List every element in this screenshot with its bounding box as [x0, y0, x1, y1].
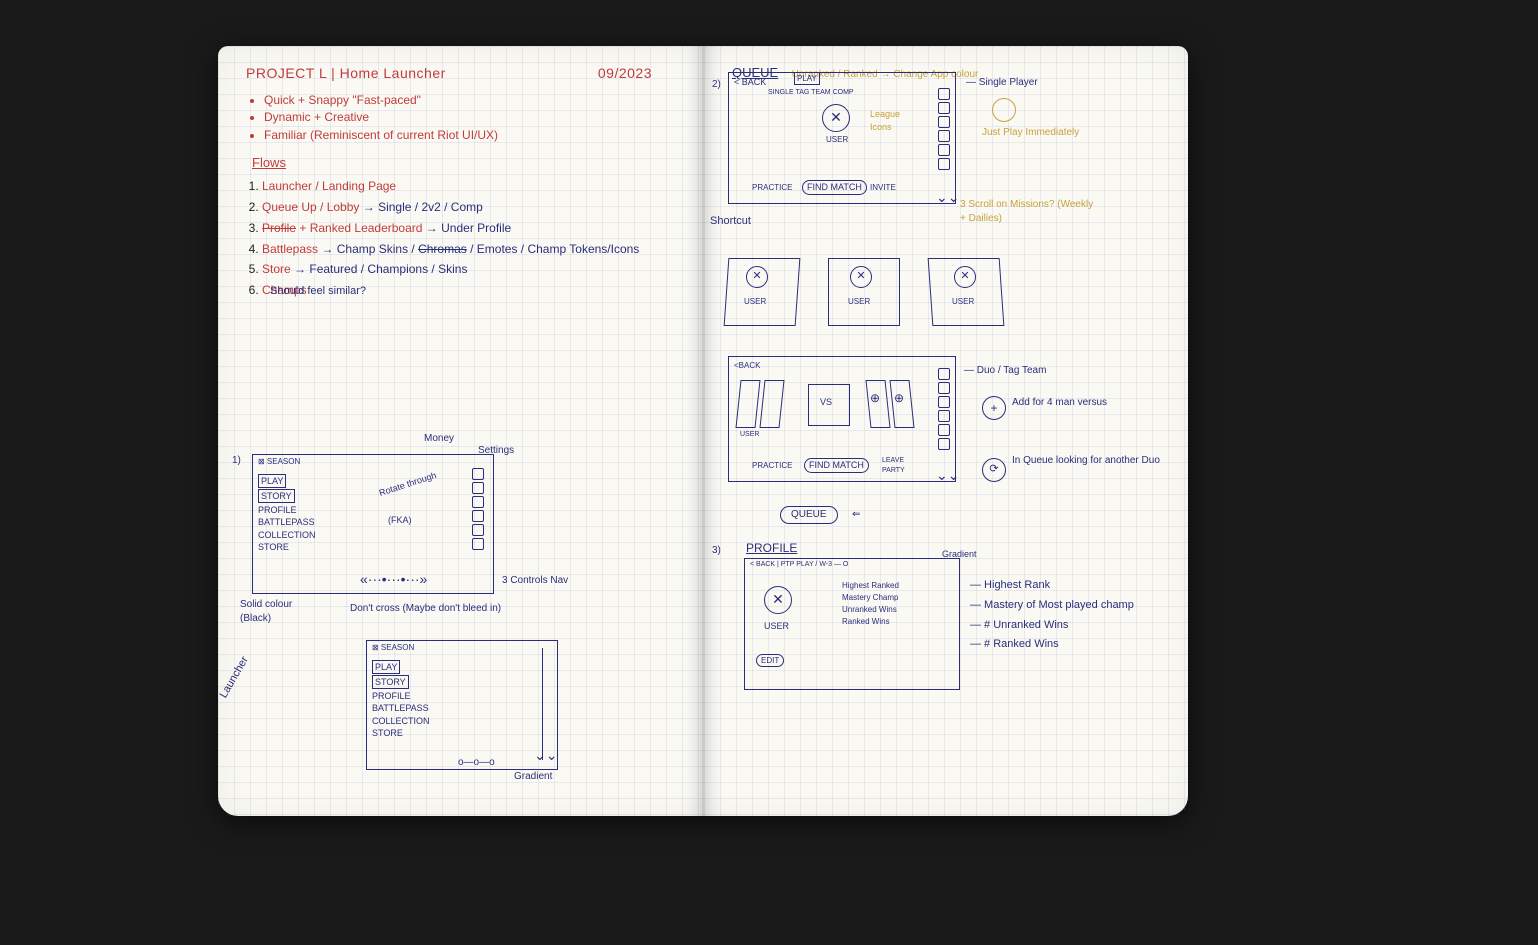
menu-story: STORY	[258, 489, 295, 503]
profile-gradient: Gradient	[942, 548, 977, 561]
side-sq	[472, 468, 484, 480]
queue-invite: INVITE	[870, 182, 896, 193]
title-date: 09/2023	[598, 64, 652, 84]
profile-notes: — Highest Rank — Mastery of Most played …	[970, 576, 1150, 655]
queue-missions: 3 Scroll on Missions? (Weekly + Dailies)	[960, 198, 1100, 226]
wf1-settings: Settings	[478, 444, 514, 458]
plus-circle-icon: +	[982, 396, 1006, 420]
notebook-spread: PROJECT L | Home Launcher 09/2023 Quick …	[218, 46, 1188, 816]
side-sq	[472, 496, 484, 508]
queue-tag: 2)	[712, 78, 721, 92]
wf1-tag: 1)	[232, 454, 241, 468]
queue-user: USER	[826, 134, 848, 145]
wf1b-menu: PLAY STORY PROFILE BATTLEPASS COLLECTION…	[372, 660, 430, 739]
profile-breadcrumb: < BACK | PTP PLAY / W-3 — O	[750, 560, 848, 570]
queue-shortcut: Shortcut	[710, 214, 751, 229]
profile-user: USER	[764, 620, 789, 633]
wf1-fka: (FKA)	[388, 514, 412, 527]
annotation-circle-icon	[992, 98, 1016, 122]
wf1b-season: ⊠ SEASON	[372, 642, 414, 653]
duo-inqueue: In Queue looking for another Duo	[1012, 454, 1162, 468]
duo-back: <BACK	[734, 360, 760, 371]
queue-findmatch: FIND MATCH	[802, 180, 867, 195]
goal-3: Familiar (Reminiscent of current Riot UI…	[264, 127, 680, 144]
wf1-solid: Solid colour (Black)	[240, 598, 320, 626]
queue-top-play: PLAY	[794, 72, 820, 85]
profile-tag: 3)	[712, 544, 721, 558]
queue-back: < BACK	[734, 76, 766, 89]
flow-6: Champs Should feel similar?	[262, 282, 680, 299]
wf1-season: ⊠ SEASON	[258, 456, 300, 467]
wf1-dontcross: Don't cross (Maybe don't bleed in)	[350, 602, 520, 616]
flows-list: Launcher / Landing Page Queue Up / Lobby…	[262, 178, 680, 299]
queue-justplay: Just Play Immediately	[982, 126, 1082, 140]
menu-store: STORE	[258, 542, 289, 552]
wf1-launcher: Launcher	[217, 654, 253, 701]
flow-1: Launcher / Landing Page	[262, 178, 680, 195]
flow-3: Profile + Ranked Leaderboard → Under Pro…	[262, 220, 680, 237]
wf1-menu: PLAY STORY PROFILE BATTLEPASS COLLECTION…	[258, 474, 316, 553]
menu-play: PLAY	[258, 474, 286, 488]
queue-single: — Single Player	[966, 76, 1038, 90]
page-left: PROJECT L | Home Launcher 09/2023 Quick …	[218, 46, 704, 816]
duo-queue-btn: QUEUE	[780, 506, 838, 524]
side-sq	[472, 510, 484, 522]
duo-add: Add for 4 man versus	[1012, 396, 1132, 410]
profile-heading: PROFILE	[746, 540, 797, 557]
clock-circle-icon: ⟳	[982, 458, 1006, 482]
menu-battlepass: BATTLEPASS	[258, 517, 315, 527]
goal-2: Dynamic + Creative	[264, 109, 680, 126]
wf1-money: Money	[424, 432, 454, 446]
page-right: QUEUE Unranked / Ranked → Change App col…	[704, 46, 1188, 816]
profile-edit: EDIT	[756, 654, 784, 667]
design-goals: Quick + Snappy "Fast-paced" Dynamic + Cr…	[264, 92, 680, 144]
title-text: PROJECT L | Home Launcher	[246, 65, 446, 81]
user-avatar-icon: ✕	[822, 104, 850, 132]
wf1b-gradient: Gradient	[514, 770, 552, 784]
side-sq	[472, 524, 484, 536]
duo-label: — Duo / Tag Team	[964, 364, 1046, 378]
side-sq	[472, 538, 484, 550]
duo-vs: VS	[820, 396, 832, 409]
menu-profile: PROFILE	[258, 505, 297, 515]
profile-avatar-icon: ✕	[764, 586, 792, 614]
menu-collection: COLLECTION	[258, 530, 316, 540]
flows-heading: Flows	[252, 154, 680, 172]
flow-2: Queue Up / Lobby → Single / 2v2 / Comp	[262, 199, 680, 216]
flow-5: Store → Featured / Champions / Skins	[262, 261, 680, 278]
flow-4: Battlepass → Champ Skins / Chromas / Emo…	[262, 241, 680, 258]
queue-practice: PRACTICE	[752, 182, 792, 193]
page-title: PROJECT L | Home Launcher 09/2023	[246, 64, 680, 84]
queue-league-icons: League Icons	[870, 108, 910, 133]
wf1b-sidebar	[542, 648, 543, 760]
profile-stats: Highest Ranked Mastery Champ Unranked Wi…	[842, 580, 952, 628]
side-sq	[472, 482, 484, 494]
goal-1: Quick + Snappy "Fast-paced"	[264, 92, 680, 109]
wf1-controls: 3 Controls Nav	[502, 574, 568, 588]
queue-tabs: SINGLE TAG TEAM COMP	[768, 88, 854, 98]
